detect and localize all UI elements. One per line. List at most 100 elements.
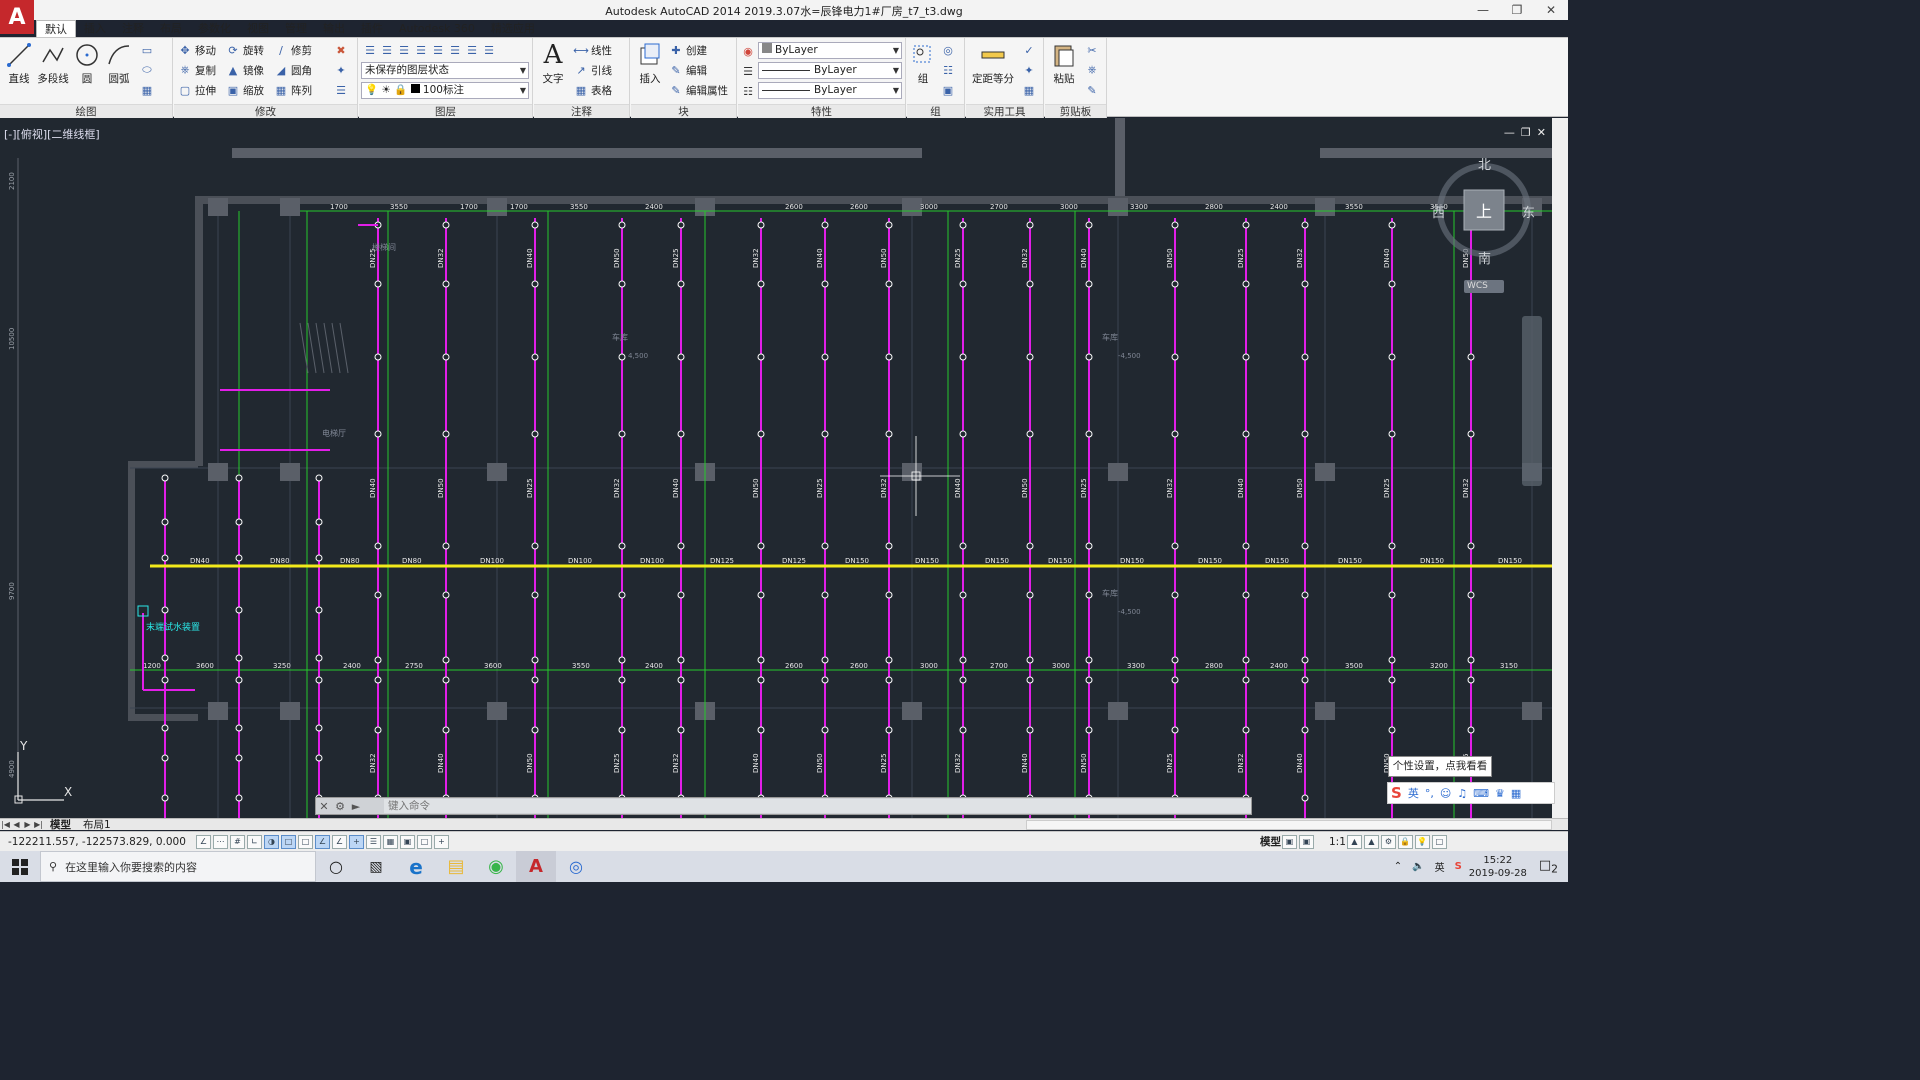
viewport-restore-icon[interactable]: ❐	[1521, 126, 1531, 139]
drawing-canvas[interactable]: 1700 3550 1700 1700 3550 2400 2600 2600 3000 2700…	[0, 118, 1552, 818]
cmd-close-icon[interactable]: ✕	[316, 800, 332, 813]
prev-tab-icon[interactable]: ◀	[11, 820, 22, 829]
explode-icon[interactable]: ✦	[334, 61, 351, 79]
ime-keyboard-icon[interactable]: ⌨	[1473, 787, 1489, 800]
lineweight-dropdown[interactable]: ByLayer ▼	[758, 82, 902, 99]
ime-punctuation-icon[interactable]: °,	[1425, 787, 1434, 800]
object-snap-icon[interactable]: □	[281, 834, 296, 849]
ortho-mode-icon[interactable]: ∟	[247, 834, 262, 849]
360-browser-icon[interactable]: ◉	[476, 851, 516, 882]
annotation-visibility-icon[interactable]: ▲	[1346, 834, 1362, 849]
dynamic-input-icon[interactable]: +	[349, 834, 364, 849]
rotate-button[interactable]: ⟳ 旋转	[226, 41, 264, 59]
ime-tooltip[interactable]: 个性设置，点我看看	[1388, 756, 1492, 777]
utilities-panel-title[interactable]: 实用工具	[966, 104, 1043, 118]
notification-icon[interactable]: □2	[1539, 858, 1558, 876]
ime-menu-icon[interactable]: ▦	[1511, 787, 1521, 800]
group-select-icon[interactable]: ▣	[941, 81, 958, 99]
sogou-logo-icon[interactable]: S	[1391, 784, 1402, 802]
lock-ui-icon[interactable]: 🔒	[1397, 834, 1413, 849]
viewcube[interactable]: 北 上 东 西 南 WCS	[1432, 154, 1535, 294]
ime-language[interactable]: 英	[1408, 785, 1419, 801]
table-button[interactable]: ▦ 表格	[574, 81, 612, 99]
cortana-icon[interactable]: ○	[316, 851, 356, 882]
tray-ime-icon[interactable]: 英	[1435, 859, 1445, 874]
group-button[interactable]: 组	[909, 41, 937, 86]
linetype-dropdown[interactable]: ByLayer ▼	[758, 62, 902, 79]
cmd-recent-icon[interactable]: ►	[348, 800, 364, 813]
match-props-icon[interactable]: ✎	[1085, 81, 1102, 99]
auto-scale-icon[interactable]: ▲	[1363, 834, 1379, 849]
clipboard-panel-title[interactable]: 剪贴板	[1045, 104, 1106, 118]
navigation-bar[interactable]	[1522, 316, 1542, 486]
autocad-logo-icon[interactable]: A	[0, 0, 34, 34]
wcs-menu[interactable]: WCS	[1464, 280, 1504, 293]
tab-autodesk360[interactable]: Autodesk 360	[391, 20, 483, 37]
tray-sogou-icon[interactable]: S	[1455, 861, 1462, 872]
tab-layout[interactable]: 布局	[152, 20, 190, 37]
command-input[interactable]	[384, 799, 1251, 813]
grid-display-icon[interactable]: #	[230, 834, 245, 849]
scale-button[interactable]: ▣ 缩放	[226, 81, 264, 99]
ime-skin-icon[interactable]: ♛	[1495, 787, 1505, 800]
close-icon[interactable]: ✕	[1534, 0, 1568, 20]
fullscreen-icon[interactable]: □	[1431, 834, 1447, 849]
layer-state-dropdown[interactable]: 未保存的图层状态 ▼	[361, 62, 529, 79]
quick-view-layouts-icon[interactable]: ▣	[1282, 834, 1297, 849]
tab-output[interactable]: 输出	[315, 20, 353, 37]
viewport-close-icon[interactable]: ✕	[1537, 126, 1546, 139]
tab-layout1[interactable]: 布局1	[77, 817, 117, 832]
properties-panel-title[interactable]: 特性	[738, 104, 905, 118]
model-space-label[interactable]: 模型	[1260, 834, 1281, 849]
tab-featured-apps[interactable]: 精选应用	[483, 20, 543, 37]
viewcube-west[interactable]: 西	[1432, 202, 1445, 221]
polyline-tool-button[interactable]: 多段线	[34, 41, 72, 86]
group-edit-icon[interactable]: ☷	[941, 61, 958, 79]
trim-button[interactable]: ∕ 修剪	[274, 41, 312, 59]
task-view-icon[interactable]: ▧	[356, 851, 396, 882]
drawing-viewport[interactable]: 1700 3550 1700 1700 3550 2400 2600 2600 3000 2700…	[0, 118, 1552, 818]
viewcube-south[interactable]: 南	[1478, 248, 1491, 267]
measure-button[interactable]: 定距等分	[968, 41, 1018, 86]
isolate-objects-icon[interactable]: 💡	[1414, 834, 1430, 849]
infer-constraints-icon[interactable]: ∠	[196, 834, 211, 849]
quick-select-icon[interactable]: ✓	[1022, 41, 1039, 59]
cmd-customize-icon[interactable]: ⚙	[332, 800, 348, 813]
object-snap-tracking-icon[interactable]: ∠	[315, 834, 330, 849]
minimize-icon[interactable]: —	[1466, 0, 1500, 20]
ime-voice-icon[interactable]: ♫	[1457, 787, 1467, 800]
restore-icon[interactable]: ❐	[1500, 0, 1534, 20]
copy-button[interactable]: ⎈ 复制	[178, 61, 216, 79]
file-explorer-icon[interactable]: ▤	[436, 851, 476, 882]
color-dropdown[interactable]: ByLayer ▼	[758, 42, 902, 59]
tab-home[interactable]: 默认	[36, 20, 76, 37]
volume-icon[interactable]: 🔈	[1412, 861, 1424, 872]
windows-start-icon[interactable]	[0, 851, 40, 882]
ime-toolbar[interactable]: S 英 °, ☺ ♫ ⌨ ♛ ▦	[1387, 782, 1555, 804]
ime-emoji-icon[interactable]: ☺	[1440, 787, 1451, 800]
linear-dimension-button[interactable]: ⟷ 线性	[573, 41, 612, 59]
edge-browser-icon[interactable]: e	[396, 851, 436, 882]
layer-panel-title[interactable]: 图层	[359, 104, 532, 118]
arc-tool-button[interactable]: 圆弧	[102, 41, 136, 86]
viewcube-east[interactable]: 东	[1522, 202, 1535, 221]
rectangle-icon[interactable]: ▭	[140, 41, 157, 59]
viewcube-top-face[interactable]: 上	[1476, 198, 1492, 222]
annotation-monitor-icon[interactable]: +	[434, 834, 449, 849]
line-tool-button[interactable]: 直线	[2, 41, 36, 86]
annotation-scale[interactable]: 1:1	[1329, 836, 1346, 848]
group-panel-title[interactable]: 组	[907, 104, 964, 118]
insert-block-button[interactable]: 插入	[633, 41, 667, 86]
tab-parametric[interactable]: 参数化	[190, 20, 239, 37]
move-button[interactable]: ✥ 移动	[178, 41, 216, 59]
edit-attribute-button[interactable]: ✎ 编辑属性	[669, 81, 728, 99]
draw-panel-title[interactable]: 绘图	[0, 104, 172, 118]
hatch-icon[interactable]: ▦	[140, 81, 157, 99]
last-tab-icon[interactable]: ▶|	[33, 820, 44, 829]
viewport-label[interactable]: [-][俯视][二维线框]	[4, 126, 100, 142]
transparency-icon[interactable]: ▦	[383, 834, 398, 849]
paste-button[interactable]: 粘贴	[1047, 41, 1081, 86]
id-point-icon[interactable]: ✦	[1022, 61, 1039, 79]
stretch-button[interactable]: ▢ 拉伸	[178, 81, 216, 99]
vertical-scrollbar[interactable]	[1552, 118, 1568, 818]
